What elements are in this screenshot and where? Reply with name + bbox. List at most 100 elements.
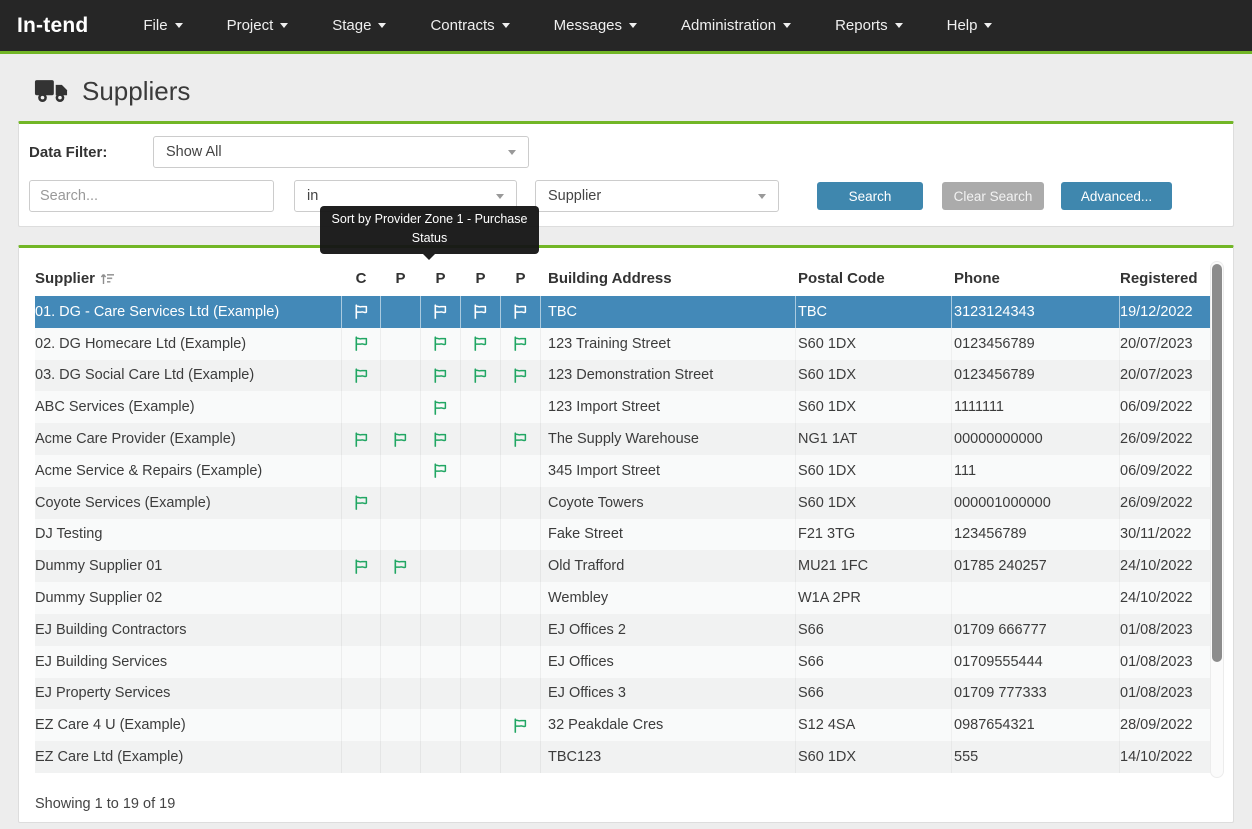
flag-cell bbox=[421, 646, 461, 678]
column-header-supplier[interactable]: Supplier bbox=[35, 270, 341, 287]
flag-cell bbox=[341, 614, 381, 646]
menu-contracts[interactable]: Contracts bbox=[415, 0, 524, 53]
building-address-cell: 345 Import Street bbox=[541, 455, 795, 487]
building-address-cell: EJ Offices bbox=[541, 646, 795, 678]
column-header-p3[interactable]: P bbox=[461, 270, 501, 287]
postal-code-cell: TBC bbox=[795, 296, 951, 328]
suppliers-table-panel: Supplier C P P P P Building Address Post… bbox=[18, 245, 1234, 823]
truck-icon bbox=[34, 79, 68, 104]
menu-project[interactable]: Project bbox=[212, 0, 304, 53]
column-header-p1[interactable]: P bbox=[381, 270, 421, 287]
supplier-row[interactable]: 02. DG Homecare Ltd (Example)123 Trainin… bbox=[35, 328, 1211, 360]
flag-cell bbox=[501, 487, 541, 519]
building-address-cell: EJ Offices 2 bbox=[541, 614, 795, 646]
column-header-c[interactable]: C bbox=[341, 270, 381, 287]
flag-cell bbox=[461, 455, 501, 487]
supplier-row[interactable]: Dummy Supplier 01Old TraffordMU21 1FC017… bbox=[35, 550, 1211, 582]
advanced-button[interactable]: Advanced... bbox=[1061, 182, 1172, 210]
filter-panel: Data Filter: Show All in Supplier Search… bbox=[18, 121, 1234, 227]
search-operator-value: in bbox=[307, 188, 318, 204]
supplier-row[interactable]: Coyote Services (Example)Coyote TowersS6… bbox=[35, 487, 1211, 519]
flag-icon bbox=[432, 335, 449, 352]
menu-reports[interactable]: Reports bbox=[820, 0, 918, 53]
supplier-name-cell: Acme Service & Repairs (Example) bbox=[35, 455, 341, 487]
menu-messages[interactable]: Messages bbox=[539, 0, 652, 53]
data-filter-label: Data Filter: bbox=[29, 144, 143, 161]
supplier-row[interactable]: Acme Care Provider (Example)The Supply W… bbox=[35, 423, 1211, 455]
column-header-address[interactable]: Building Address bbox=[541, 270, 795, 287]
building-address-cell: TBC bbox=[541, 296, 795, 328]
postal-code-cell: NG1 1AT bbox=[795, 423, 951, 455]
supplier-row[interactable]: EJ Building ServicesEJ OfficesS660170955… bbox=[35, 646, 1211, 678]
flag-cell bbox=[461, 709, 501, 741]
menu-label: Messages bbox=[554, 17, 622, 34]
menu-file[interactable]: File bbox=[128, 0, 197, 53]
flag-cell bbox=[421, 296, 461, 328]
flag-cell bbox=[341, 391, 381, 423]
registered-date-cell: 14/10/2022 bbox=[1119, 741, 1211, 773]
postal-code-cell: W1A 2PR bbox=[795, 582, 951, 614]
menu-stage[interactable]: Stage bbox=[317, 0, 401, 53]
supplier-row[interactable]: 03. DG Social Care Ltd (Example)123 Demo… bbox=[35, 360, 1211, 392]
supplier-name-cell: 02. DG Homecare Ltd (Example) bbox=[35, 328, 341, 360]
flag-cell bbox=[421, 487, 461, 519]
column-header-p3-label: P bbox=[475, 270, 485, 287]
phone-cell: 1111111 bbox=[951, 391, 1119, 423]
supplier-name-cell: EJ Property Services bbox=[35, 678, 341, 710]
menu-help[interactable]: Help bbox=[932, 0, 1008, 53]
search-input[interactable] bbox=[29, 180, 274, 212]
flag-icon bbox=[353, 494, 370, 511]
supplier-row[interactable]: EZ Care Ltd (Example)TBC123S60 1DX55514/… bbox=[35, 741, 1211, 773]
building-address-cell: Wembley bbox=[541, 582, 795, 614]
data-filter-select[interactable]: Show All bbox=[153, 136, 529, 168]
building-address-cell: The Supply Warehouse bbox=[541, 423, 795, 455]
flag-icon bbox=[353, 367, 370, 384]
supplier-row[interactable]: EZ Care 4 U (Example)32 Peakdale CresS12… bbox=[35, 709, 1211, 741]
column-header-postal[interactable]: Postal Code bbox=[795, 270, 951, 287]
postal-code-cell: S60 1DX bbox=[795, 455, 951, 487]
flag-icon bbox=[512, 717, 529, 734]
chevron-down-icon bbox=[496, 194, 504, 199]
chevron-down-icon bbox=[758, 194, 766, 199]
column-header-phone[interactable]: Phone bbox=[951, 270, 1119, 287]
clear-search-button[interactable]: Clear Search bbox=[942, 182, 1044, 210]
supplier-row[interactable]: 01. DG - Care Services Ltd (Example) TBCT… bbox=[35, 296, 1211, 328]
flag-cell bbox=[381, 550, 421, 582]
supplier-row[interactable]: EJ Property ServicesEJ Offices 3S6601709… bbox=[35, 678, 1211, 710]
supplier-row[interactable]: DJ TestingFake StreetF21 3TG12345678930/… bbox=[35, 519, 1211, 551]
column-header-p2[interactable]: P bbox=[421, 270, 461, 287]
phone-cell: 01709 666777 bbox=[951, 614, 1119, 646]
search-button[interactable]: Search bbox=[817, 182, 923, 210]
flag-cell bbox=[501, 519, 541, 551]
supplier-row[interactable]: Acme Service & Repairs (Example) 345 Impo… bbox=[35, 455, 1211, 487]
vertical-scrollbar[interactable] bbox=[1210, 261, 1224, 778]
menu-administration[interactable]: Administration bbox=[666, 0, 806, 53]
phone-cell: 0123456789 bbox=[951, 328, 1119, 360]
flag-icon bbox=[353, 335, 370, 352]
chevron-down-icon bbox=[895, 23, 903, 28]
supplier-row[interactable]: ABC Services (Example)123 Import StreetS… bbox=[35, 391, 1211, 423]
registered-date-cell: 28/09/2022 bbox=[1119, 709, 1211, 741]
postal-code-cell: S60 1DX bbox=[795, 360, 951, 392]
chevron-down-icon bbox=[984, 23, 992, 28]
supplier-row[interactable]: Dummy Supplier 02WembleyW1A 2PR24/10/202… bbox=[35, 582, 1211, 614]
search-field-select[interactable]: Supplier bbox=[535, 180, 779, 212]
postal-code-cell: F21 3TG bbox=[795, 519, 951, 551]
main-menu: File Project Stage Contracts Messages Adminis… bbox=[128, 0, 1021, 53]
column-header-p4[interactable]: P bbox=[501, 270, 541, 287]
column-header-p2-label: P bbox=[435, 270, 445, 287]
flag-icon bbox=[353, 303, 370, 320]
phone-cell: 000001000000 bbox=[951, 487, 1119, 519]
flag-cell bbox=[341, 741, 381, 773]
column-header-supplier-label: Supplier bbox=[35, 270, 95, 287]
supplier-row[interactable]: EJ Building ContractorsEJ Offices 2S6601… bbox=[35, 614, 1211, 646]
flag-cell bbox=[501, 709, 541, 741]
supplier-name-cell: 01. DG - Care Services Ltd (Example) bbox=[35, 296, 341, 328]
menu-label: Project bbox=[227, 17, 274, 34]
flag-icon bbox=[512, 335, 529, 352]
phone-cell: 3123124343 bbox=[951, 296, 1119, 328]
column-header-registered[interactable]: Registered bbox=[1119, 270, 1211, 287]
flag-cell bbox=[341, 678, 381, 710]
flag-cell bbox=[381, 709, 421, 741]
scrollbar-thumb[interactable] bbox=[1212, 264, 1222, 662]
